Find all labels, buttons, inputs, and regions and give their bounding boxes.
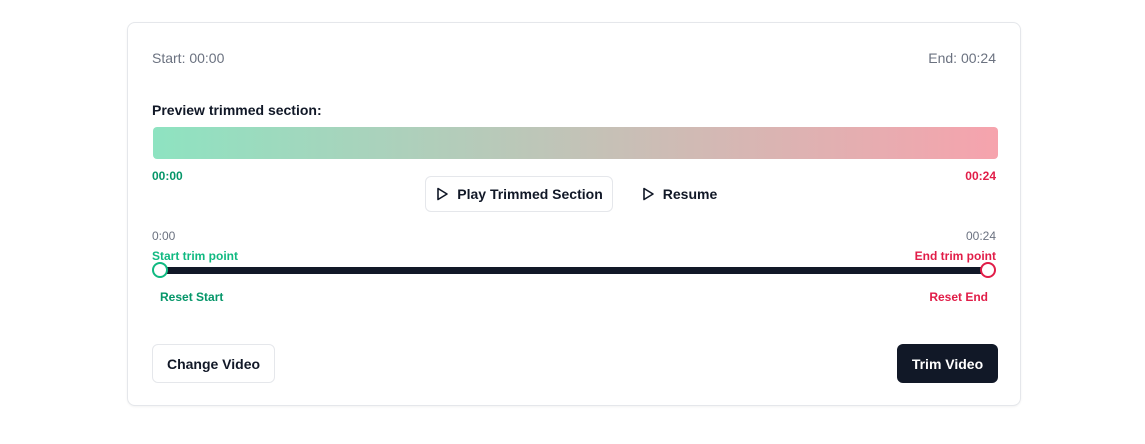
resume-label: Resume [662, 186, 718, 202]
start-trim-point-label: Start trim point [152, 249, 238, 263]
trim-video-button[interactable]: Trim Video [897, 344, 998, 383]
preview-end-time: 00:24 [965, 169, 996, 183]
resume-button[interactable]: Resume [638, 176, 720, 212]
trimmed-preview-bar [153, 127, 998, 159]
trim-range-track[interactable] [162, 267, 988, 274]
reset-start-button[interactable]: Reset Start [160, 290, 223, 304]
play-icon [437, 187, 449, 201]
change-video-button[interactable]: Change Video [152, 344, 275, 383]
reset-end-button[interactable]: Reset End [929, 290, 988, 304]
start-time-label: Start: 00:00 [152, 50, 225, 66]
end-trim-handle[interactable] [980, 262, 996, 278]
end-time-label: End: 00:24 [928, 50, 996, 66]
preview-start-time: 00:00 [152, 169, 183, 183]
play-icon [642, 187, 654, 201]
video-trimmer-card: Start: 00:00 End: 00:24 Preview trimmed … [127, 22, 1021, 406]
end-trim-point-label: End trim point [914, 249, 996, 263]
start-trim-handle[interactable] [152, 262, 168, 278]
play-trimmed-section-button[interactable]: Play Trimmed Section [425, 176, 613, 212]
timeline-axis-start: 0:00 [152, 229, 176, 243]
play-trimmed-section-label: Play Trimmed Section [457, 186, 603, 202]
preview-title: Preview trimmed section: [152, 102, 322, 118]
timeline-axis-end: 00:24 [965, 229, 996, 243]
